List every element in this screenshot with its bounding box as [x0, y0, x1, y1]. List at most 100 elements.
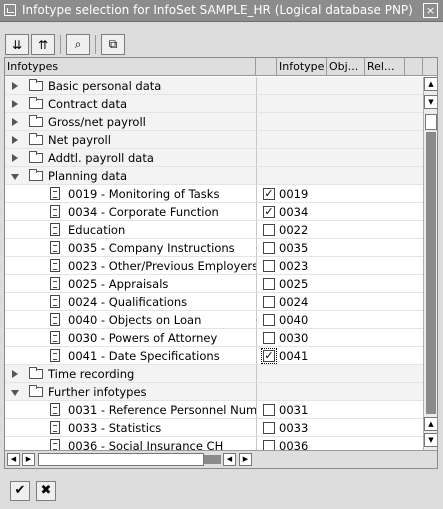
column-header-infotype[interactable]: Infotype — [277, 58, 327, 76]
tree-item-row[interactable]: 0030 - Powers of Attorney 0030 — [5, 329, 423, 347]
scroll-down-button[interactable]: ▼ — [424, 95, 437, 109]
tree-node-cell[interactable]: 0030 - Powers of Attorney — [5, 329, 256, 347]
column-header-rel[interactable]: Rel... — [365, 58, 405, 76]
column-header-checkbox[interactable] — [256, 58, 277, 76]
tree-node-cell[interactable]: 0041 - Date Specifications — [5, 347, 256, 365]
expand-node-icon[interactable] — [12, 100, 18, 108]
tree-item-row[interactable]: 0040 - Objects on Loan 0040 — [5, 311, 423, 329]
tree-folder-row[interactable]: Further infotypes — [5, 383, 423, 401]
infotype-code: 0023 — [279, 259, 309, 273]
tree-folder-row[interactable]: Planning data — [5, 167, 423, 185]
tree-node-cell[interactable]: Further infotypes — [5, 383, 256, 401]
collapse-all-button[interactable]: ⇈ — [31, 34, 55, 55]
tree-node-cell[interactable]: Net payroll — [5, 131, 256, 149]
find-next-button[interactable]: ⧉ — [101, 34, 125, 55]
expand-node-icon[interactable] — [12, 370, 18, 378]
scroll-thumb[interactable] — [425, 114, 437, 130]
folder-label: Basic personal data — [48, 79, 162, 93]
infotype-checkbox[interactable] — [263, 404, 275, 416]
scroll-track[interactable] — [426, 132, 436, 414]
scroll-right-button[interactable]: ▶ — [22, 453, 35, 466]
collapse-node-icon[interactable] — [11, 174, 19, 180]
tree-item-row[interactable]: 0025 - Appraisals 0025 — [5, 275, 423, 293]
tree-item-row[interactable]: 0031 - Reference Personnel Numb 0031 — [5, 401, 423, 419]
infotype-checkbox[interactable]: ✓ — [263, 188, 275, 200]
infotype-checkbox[interactable] — [263, 296, 275, 308]
tree-node-cell[interactable]: Education — [5, 221, 256, 239]
tree-node-cell[interactable]: 0034 - Corporate Function — [5, 203, 256, 221]
tree-node-cell[interactable]: Addtl. payroll data — [5, 149, 256, 167]
tree-node-cell[interactable]: 0040 - Objects on Loan — [5, 311, 256, 329]
scroll-up-button[interactable]: ▲ — [424, 77, 437, 91]
close-button[interactable]: × — [423, 3, 438, 18]
expand-all-button[interactable]: ⇊ — [5, 34, 29, 55]
tree-item-row[interactable]: 0034 - Corporate Function ✓ 0034 — [5, 203, 423, 221]
toolbar: ⇊ ⇈ ⌕ ⧉ — [0, 22, 443, 58]
tree-node-cell[interactable]: Planning data — [5, 167, 256, 185]
infotype-label: 0030 - Powers of Attorney — [68, 331, 218, 345]
expand-node-icon[interactable] — [12, 136, 18, 144]
tree-node-cell[interactable]: Time recording — [5, 365, 256, 383]
infotype-checkbox[interactable] — [263, 242, 275, 254]
tree-item-row[interactable]: 0036 - Social Insurance CH 0036 — [5, 437, 423, 450]
tree-item-row[interactable]: 0041 - Date Specifications ✓ 0041 — [5, 347, 423, 365]
tree-item-row[interactable]: 0024 - Qualifications 0024 — [5, 293, 423, 311]
infotype-checkbox[interactable]: ✓ — [263, 206, 275, 218]
expand-node-icon[interactable] — [12, 118, 18, 126]
tree-node-cell[interactable]: 0036 - Social Insurance CH — [5, 437, 256, 450]
tree-folder-row[interactable]: Contract data — [5, 95, 423, 113]
tree-node-cell[interactable]: 0031 - Reference Personnel Numb — [5, 401, 265, 419]
tree-folder-row[interactable]: Time recording — [5, 365, 423, 383]
column-header-infotypes[interactable]: Infotypes — [5, 58, 256, 76]
infotype-checkbox[interactable] — [263, 440, 275, 450]
tree-folder-row[interactable]: Addtl. payroll data — [5, 149, 423, 167]
expand-node-icon[interactable] — [12, 154, 18, 162]
tree-node-cell[interactable]: Gross/net payroll — [5, 113, 256, 131]
tree-node-cell[interactable]: 0033 - Statistics — [5, 419, 256, 437]
infotype-details-cell: ✓ 0019 — [256, 185, 423, 203]
scroll-down-button-lower[interactable]: ▼ — [424, 433, 437, 447]
tree-folder-row[interactable]: Net payroll — [5, 131, 423, 149]
infotype-checkbox[interactable] — [263, 224, 275, 236]
column-header-filler — [405, 58, 423, 76]
tree-node-cell[interactable]: 0024 - Qualifications — [5, 293, 256, 311]
tree-folder-row[interactable]: Gross/net payroll — [5, 113, 423, 131]
infotype-checkbox[interactable] — [263, 260, 275, 272]
tree-item-row[interactable]: Education 0022 — [5, 221, 423, 239]
confirm-button[interactable]: ✔ — [10, 481, 30, 501]
infotype-checkbox[interactable] — [263, 278, 275, 290]
collapse-node-icon[interactable] — [11, 390, 19, 396]
infotype-details-cell — [256, 167, 423, 185]
infotype-code: 0031 — [279, 403, 309, 417]
scroll-up-button-lower[interactable]: ▲ — [424, 417, 437, 431]
tree-node-cell[interactable]: Basic personal data — [5, 77, 256, 95]
window-titlebar: Infotype selection for InfoSet SAMPLE_HR… — [0, 0, 443, 22]
left-pane-scroll-thumb[interactable] — [38, 453, 204, 466]
tree-node-cell[interactable]: 0035 - Company Instructions — [5, 239, 256, 257]
tree-item-row[interactable]: 0023 - Other/Previous Employers 0023 — [5, 257, 423, 275]
scroll-left-button-pane[interactable]: ◀ — [223, 453, 236, 466]
tree-node-cell[interactable]: Contract data — [5, 95, 256, 113]
vertical-scrollbar[interactable]: ▲ ▼ ▲ ▼ — [423, 77, 437, 450]
infotype-checkbox[interactable] — [263, 422, 275, 434]
scroll-right-button-pane[interactable]: ▶ — [239, 453, 252, 466]
document-icon — [50, 223, 60, 236]
infotype-code: 0025 — [279, 277, 309, 291]
tree-node-cell[interactable]: 0023 - Other/Previous Employers — [5, 257, 258, 275]
find-button[interactable]: ⌕ — [66, 34, 90, 55]
tree-node-cell[interactable]: 0019 - Monitoring of Tasks — [5, 185, 256, 203]
tree-item-row[interactable]: 0019 - Monitoring of Tasks ✓ 0019 — [5, 185, 423, 203]
cancel-button[interactable]: ✖ — [36, 481, 56, 501]
expand-node-icon[interactable] — [12, 82, 18, 90]
scroll-left-button[interactable]: ◀ — [7, 453, 20, 466]
infotype-checkbox[interactable] — [263, 314, 275, 326]
tree-item-row[interactable]: 0033 - Statistics 0033 — [5, 419, 423, 437]
left-pane-scroll-track[interactable] — [204, 455, 221, 464]
infotype-checkbox[interactable] — [263, 332, 275, 344]
infotype-checkbox[interactable]: ✓ — [261, 348, 277, 364]
tree-item-row[interactable]: 0035 - Company Instructions 0035 — [5, 239, 423, 257]
column-header-obj[interactable]: Obj... — [327, 58, 365, 76]
window-menu-icon[interactable] — [4, 4, 16, 16]
tree-folder-row[interactable]: Basic personal data — [5, 77, 423, 95]
tree-node-cell[interactable]: 0025 - Appraisals — [5, 275, 256, 293]
